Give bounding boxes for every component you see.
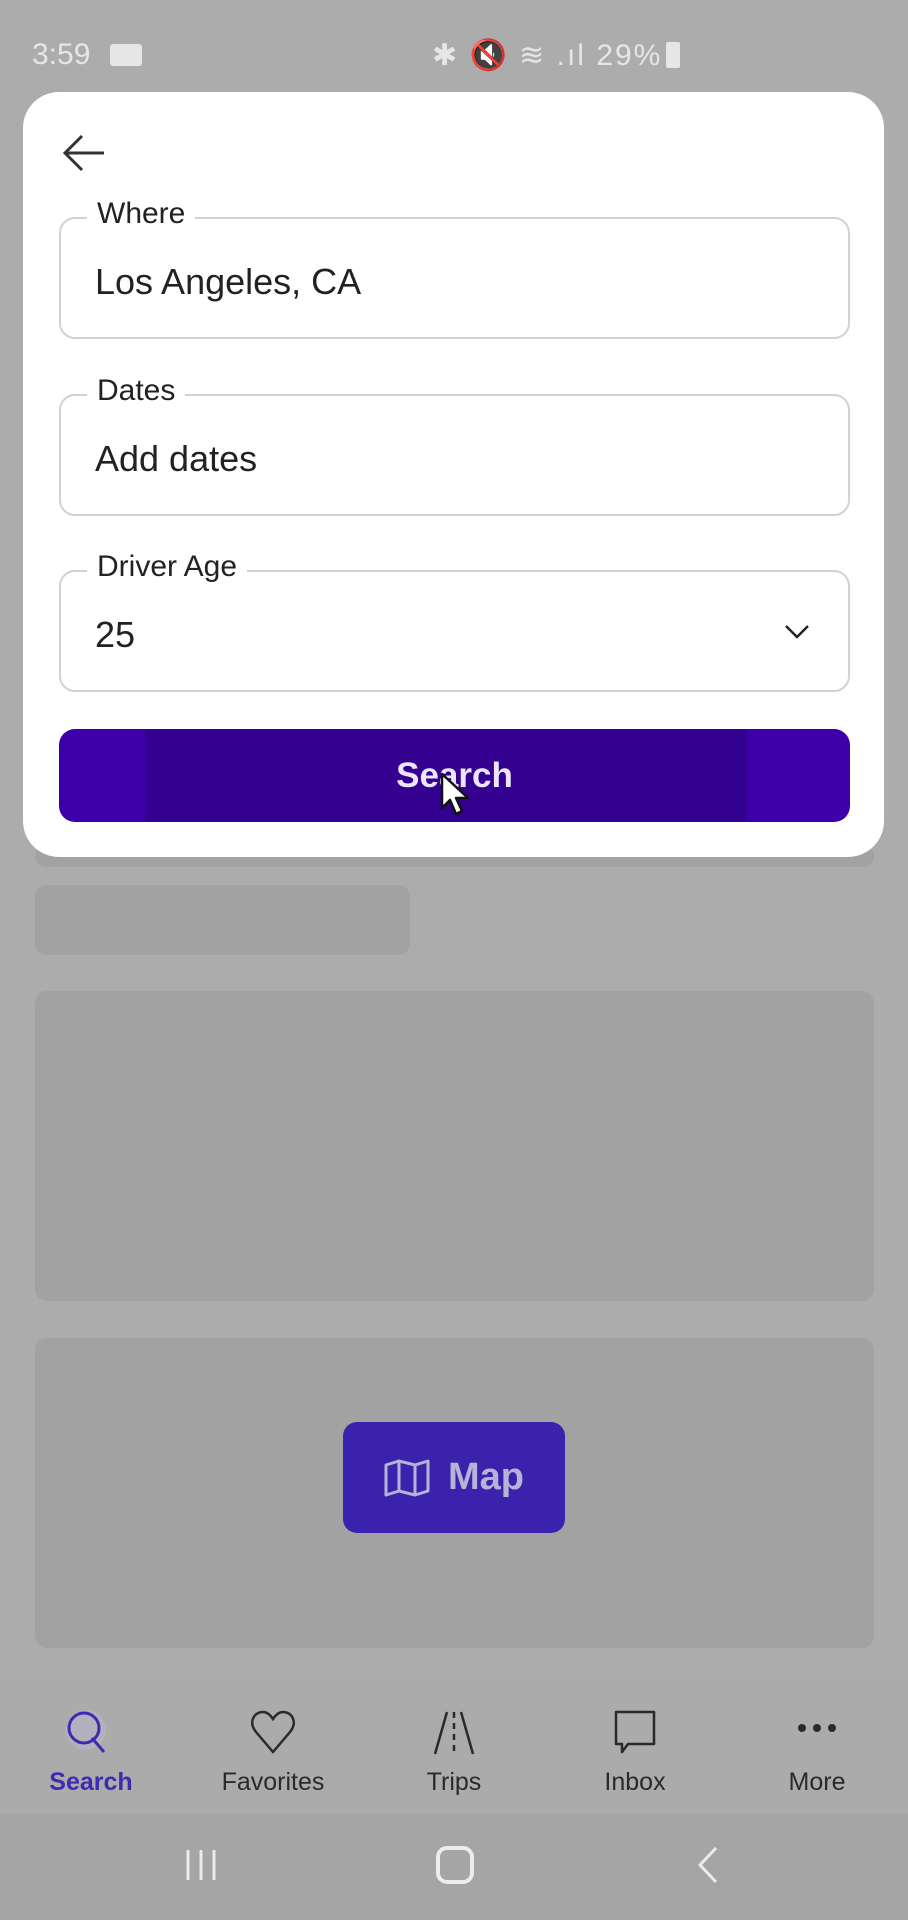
road-icon: [433, 1711, 475, 1755]
dates-field[interactable]: Dates Add dates: [59, 374, 850, 516]
recent-apps-icon[interactable]: [184, 1848, 218, 1882]
map-button-label: Map: [448, 1456, 524, 1498]
nav-item-more[interactable]: More: [726, 1680, 908, 1814]
mouse-cursor-icon: [440, 772, 470, 816]
nav-item-trips[interactable]: Trips: [363, 1680, 545, 1814]
driver-age-value: 25: [95, 614, 136, 655]
status-bar: 3:59 ✱ 🔇 ≋ .ıl 29%: [0, 28, 908, 84]
dates-input[interactable]: Add dates: [95, 438, 257, 480]
dates-label: Dates: [87, 374, 186, 408]
battery-percent: 29%: [596, 39, 663, 72]
video-camera-icon: [110, 44, 142, 66]
home-icon[interactable]: [436, 1846, 474, 1884]
nav-item-inbox[interactable]: Inbox: [544, 1680, 726, 1814]
more-dots-icon: [798, 1724, 836, 1732]
bottom-nav: Search Favorites Trips Inbox More: [0, 1680, 908, 1814]
status-icons: ✱ 🔇 ≋ .ıl 29%: [432, 38, 681, 73]
chevron-down-icon: [785, 625, 809, 639]
nav-label: Search: [49, 1768, 133, 1796]
where-label: Where: [87, 197, 196, 231]
nav-label: Trips: [426, 1768, 482, 1796]
skeleton-placeholder: [35, 885, 410, 955]
battery-icon: [666, 42, 681, 68]
chat-bubble-icon: [614, 1710, 656, 1754]
where-field[interactable]: Where Los Angeles, CA: [59, 197, 850, 339]
status-indicators: ✱ 🔇 ≋ .ıl: [432, 39, 586, 72]
driver-age-label: Driver Age: [87, 550, 248, 584]
search-icon: [66, 1710, 106, 1753]
where-input[interactable]: Los Angeles, CA: [95, 261, 361, 303]
search-form-card: Where Los Angeles, CA Dates Add dates Dr…: [23, 92, 884, 857]
nav-item-search[interactable]: Search: [0, 1680, 182, 1814]
nav-item-favorites[interactable]: Favorites: [182, 1680, 364, 1814]
status-time: 3:59: [32, 38, 91, 71]
system-nav-bar: [0, 1814, 908, 1920]
nav-label: More: [788, 1768, 846, 1796]
map-button[interactable]: Map: [343, 1422, 565, 1533]
heart-icon: [251, 1710, 295, 1754]
driver-age-select[interactable]: Driver Age 25: [59, 550, 850, 692]
map-icon: [384, 1459, 430, 1496]
back-arrow-icon[interactable]: [60, 128, 110, 178]
nav-label: Favorites: [221, 1768, 325, 1796]
nav-label: Inbox: [604, 1768, 666, 1796]
skeleton-card: [35, 991, 874, 1301]
system-back-icon[interactable]: [696, 1846, 720, 1884]
